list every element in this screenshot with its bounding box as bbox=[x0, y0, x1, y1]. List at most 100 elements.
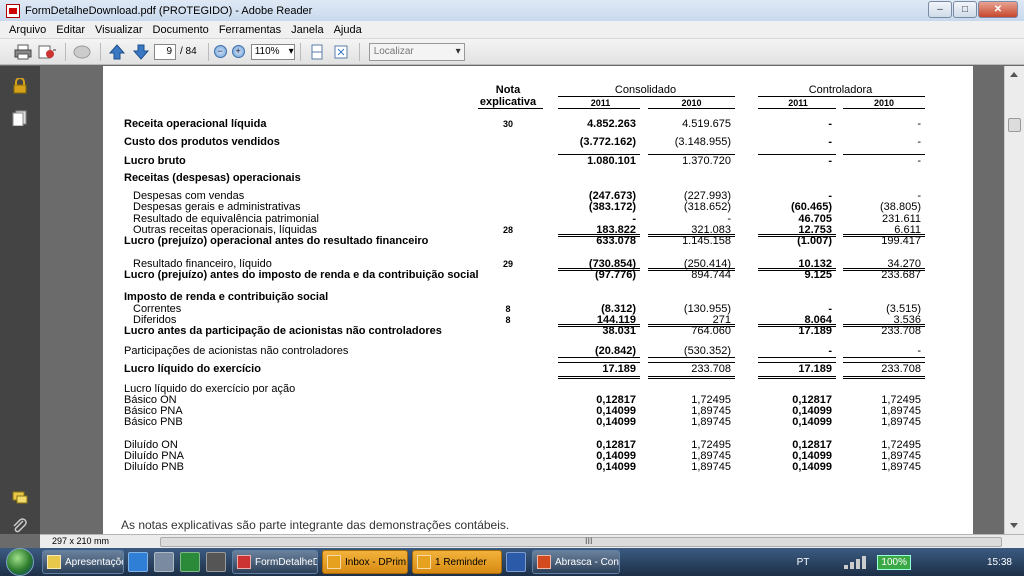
statement-cell: (60.465) bbox=[791, 201, 832, 213]
subtotal-line bbox=[758, 357, 836, 358]
zoom-in-button[interactable]: + bbox=[231, 45, 245, 58]
page-scroll-icon bbox=[311, 44, 323, 59]
statement-row-note: 29 bbox=[502, 259, 513, 269]
statement-cell: 17.189 bbox=[602, 363, 636, 375]
statement-row-label: Lucro bruto bbox=[124, 155, 186, 167]
toolbar-separator bbox=[358, 42, 360, 61]
consolidado-header: Consolidado bbox=[614, 84, 677, 96]
statement-row-label: Lucro (prejuízo) antes do imposto de ren… bbox=[124, 269, 479, 281]
statement-footnote: As notas explicativas são parte integran… bbox=[121, 518, 510, 532]
subtotal-line bbox=[558, 270, 640, 271]
folder-icon bbox=[47, 555, 61, 569]
taskbar-item-apresentacoes[interactable]: Apresentações bbox=[42, 550, 124, 574]
maximize-button[interactable]: □ bbox=[953, 1, 977, 18]
scroll-up-icon[interactable] bbox=[1010, 72, 1018, 77]
find-input[interactable]: Localizar ▾ bbox=[368, 42, 465, 61]
statement-cell: - bbox=[917, 345, 921, 357]
subtotal-line bbox=[843, 154, 925, 155]
minimize-button[interactable]: – bbox=[928, 1, 952, 18]
arrow-up-icon bbox=[109, 43, 125, 59]
subtotal-line bbox=[648, 357, 735, 358]
statement-cell: (530.352) bbox=[683, 345, 731, 357]
chevron-down-icon: ▾ bbox=[455, 45, 461, 57]
statement-cell: 0,14099 bbox=[792, 461, 832, 473]
subtotal-line bbox=[843, 362, 925, 363]
statement-row-label: Lucro líquido do exercício bbox=[124, 363, 261, 375]
statement-cell: - bbox=[828, 118, 832, 130]
menu-arquivo[interactable]: Arquivo bbox=[4, 24, 51, 36]
menu-visualizar[interactable]: Visualizar bbox=[90, 24, 148, 36]
taskbar-item-adobe-reader[interactable]: FormDetalheD... bbox=[232, 550, 318, 574]
year-header: 2010 bbox=[873, 98, 895, 108]
nota-header-sub: explicativa bbox=[479, 96, 537, 108]
next-page-button[interactable] bbox=[130, 42, 152, 62]
page-number-input[interactable]: 9 bbox=[154, 43, 176, 60]
menu-editar[interactable]: Editar bbox=[51, 24, 90, 36]
taskbar-item-outlook-inbox[interactable]: Inbox - DPrim... bbox=[322, 550, 408, 574]
scrollbar-thumb[interactable] bbox=[1008, 118, 1021, 132]
comment-button[interactable] bbox=[71, 42, 93, 62]
scrolling-mode-button[interactable] bbox=[306, 42, 328, 62]
start-button[interactable] bbox=[6, 548, 34, 576]
taskbar-item-powerpoint[interactable]: Abrasca - Con... bbox=[532, 550, 620, 574]
subtotal-line bbox=[758, 326, 836, 327]
statement-cell: 1,89745 bbox=[691, 416, 731, 428]
media-player-icon[interactable] bbox=[154, 552, 174, 572]
horizontal-scrollbar[interactable]: III bbox=[160, 536, 1002, 547]
language-indicator[interactable]: PT bbox=[797, 557, 810, 568]
menu-ferramentas[interactable]: Ferramentas bbox=[214, 24, 286, 36]
subtotal-line bbox=[648, 270, 735, 271]
zoom-out-button[interactable]: − bbox=[213, 45, 227, 58]
clock[interactable]: 15:38 bbox=[987, 557, 1012, 568]
statement-row-label: Receita operacional líquida bbox=[124, 118, 267, 130]
fit-page-button[interactable] bbox=[330, 42, 352, 62]
share-button[interactable] bbox=[36, 42, 58, 62]
year-header: 2011 bbox=[590, 98, 611, 108]
statement-cell: - bbox=[828, 345, 832, 357]
header-underline bbox=[558, 96, 735, 97]
subtotal-line bbox=[843, 357, 925, 358]
subtotal-line bbox=[558, 362, 640, 363]
minus-icon: − bbox=[217, 46, 223, 56]
pages-icon[interactable] bbox=[12, 110, 28, 126]
subtotal-line bbox=[648, 268, 735, 269]
subtotal-line bbox=[758, 236, 836, 237]
bell-icon bbox=[417, 555, 431, 569]
statement-cell: 1,89745 bbox=[881, 461, 921, 473]
toolbar-separator bbox=[100, 42, 101, 61]
previous-page-button[interactable] bbox=[106, 42, 128, 62]
menu-ajuda[interactable]: Ajuda bbox=[329, 24, 367, 36]
document-viewport[interactable]: Nota explicativa Consolidado 2011 2010 C… bbox=[40, 66, 1004, 534]
statement-cell: 1,89745 bbox=[881, 416, 921, 428]
app-icon[interactable] bbox=[206, 552, 226, 572]
header-underline bbox=[758, 96, 925, 97]
print-button[interactable] bbox=[12, 42, 34, 62]
zoom-select[interactable]: 110% ▾ bbox=[250, 43, 295, 60]
vertical-scrollbar[interactable] bbox=[1004, 66, 1024, 534]
close-button[interactable]: ✕ bbox=[978, 1, 1018, 18]
internet-explorer-icon[interactable] bbox=[128, 552, 148, 572]
system-tray: PT 100% 15:38 bbox=[797, 548, 1024, 576]
statement-cell: 1.370.720 bbox=[682, 155, 731, 167]
window-title: FormDetalheDownload.pdf (PROTEGIDO) - Ad… bbox=[25, 4, 313, 17]
scroll-down-icon[interactable] bbox=[1010, 523, 1018, 528]
menu-janela[interactable]: Janela bbox=[286, 24, 328, 36]
word-icon[interactable] bbox=[506, 552, 526, 572]
lock-icon[interactable] bbox=[12, 78, 28, 94]
battery-indicator[interactable]: 100% bbox=[877, 554, 911, 570]
subtotal-line bbox=[558, 326, 640, 327]
powerpoint-icon bbox=[537, 555, 551, 569]
comments-icon[interactable] bbox=[12, 490, 28, 506]
statement-row-label: Básico PNB bbox=[124, 416, 183, 428]
subtotal-line bbox=[843, 234, 925, 235]
subtotal-line bbox=[758, 324, 836, 325]
attachment-icon[interactable] bbox=[12, 518, 28, 534]
taskbar-item-reminder[interactable]: 1 Reminder bbox=[412, 550, 502, 574]
subtotal-line bbox=[843, 268, 925, 269]
subtotal-line bbox=[758, 270, 836, 271]
toolbar-separator bbox=[299, 42, 301, 61]
excel-icon[interactable] bbox=[180, 552, 200, 572]
statement-cell: 4.519.675 bbox=[682, 118, 731, 130]
menu-documento[interactable]: Documento bbox=[148, 24, 214, 36]
statement-row-note: 8 bbox=[505, 304, 511, 314]
